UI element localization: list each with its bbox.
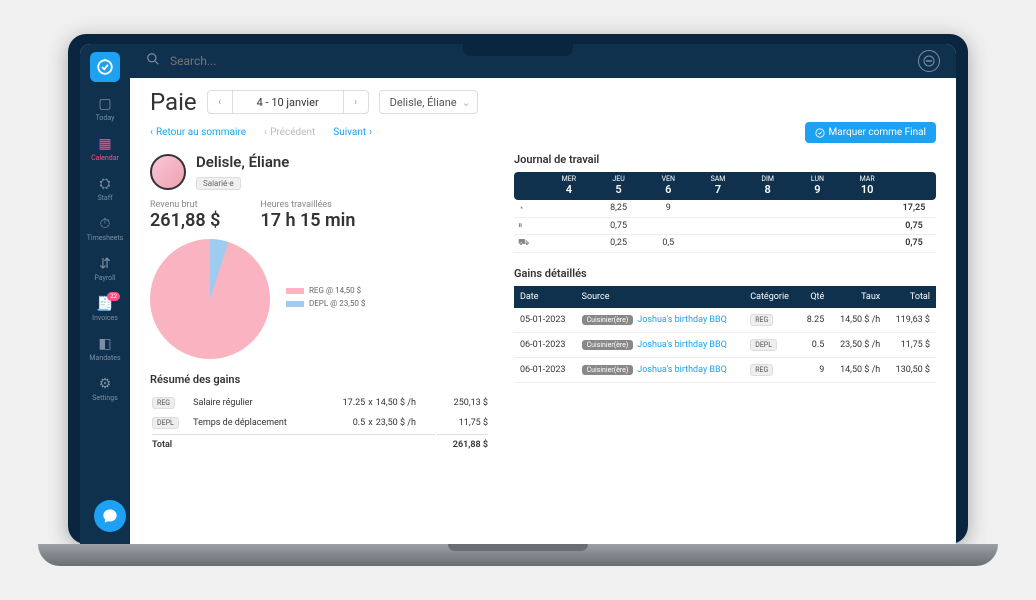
summary-table: REG Salaire régulier 17.25 x 14,50 $ /h …: [150, 392, 490, 455]
summary-heading: Résumé des gains: [150, 373, 490, 386]
invoices-badge: 22: [107, 292, 120, 301]
hours-value: 17 h 15 min: [260, 210, 355, 231]
travel-icon: ⛟: [514, 235, 544, 252]
worklog-row: ◔ 8,259 17,25: [514, 200, 936, 218]
sidebar-item-label: Mandates: [89, 354, 120, 362]
laptop-notch: [463, 44, 573, 56]
role-badge: Salarié·e: [196, 177, 241, 190]
revenue-label: Revenu brut: [150, 200, 220, 210]
hours-label: Heures travaillées: [260, 200, 355, 210]
table-row: REG Salaire régulier 17.25 x 14,50 $ /h …: [152, 394, 488, 412]
legend-swatch-reg: [286, 288, 304, 294]
earnings-pie-chart: [150, 239, 270, 359]
employee-name: Delisle, Éliane: [196, 153, 289, 171]
employee-select[interactable]: Delisle, Éliane: [379, 90, 478, 114]
check-circle-icon: [815, 128, 825, 138]
table-row: 06-01-2023 Cuisinier(ère)Joshua's birthd…: [514, 358, 936, 383]
page-title: Paie: [150, 88, 197, 116]
sidebar-item-timesheets[interactable]: ⏱ Timesheets: [80, 210, 130, 248]
timesheets-icon: ⏱: [100, 216, 111, 232]
prev-employee-link[interactable]: ‹ Précédent: [264, 127, 315, 138]
chat-fab[interactable]: [94, 500, 126, 532]
mandates-icon: ◧: [98, 336, 111, 352]
category-tag: DEPL: [750, 339, 777, 351]
date-range-label[interactable]: 4 - 10 janvier: [232, 91, 344, 113]
sidebar-item-mandates[interactable]: ◧ Mandates: [80, 330, 130, 368]
sidebar-item-label: Invoices: [92, 314, 118, 322]
sidebar-item-label: Calendar: [91, 154, 119, 162]
sidebar-item-today[interactable]: ▢ Today: [80, 90, 130, 128]
date-prev-button[interactable]: ‹: [208, 91, 232, 113]
role-tag: Cuisinier(ère): [582, 365, 634, 375]
sidebar-item-settings[interactable]: ⚙ Settings: [80, 370, 130, 408]
laptop-base: [38, 544, 998, 566]
sidebar-item-label: Settings: [92, 394, 118, 402]
detail-table: Date Source Catégorie Qté Taux Total: [514, 286, 936, 383]
sidebar: ▢ Today ▦ Calendar ⛭ Staff ⏱ Timesheets …: [80, 44, 130, 544]
sidebar-item-invoices[interactable]: 🧾 Invoices 22: [80, 290, 130, 328]
pie-legend: REG @ 14,50 $ DEPL @ 23,50 $: [286, 286, 365, 312]
sidebar-item-label: Payroll: [94, 274, 115, 282]
sidebar-item-calendar[interactable]: ▦ Calendar: [80, 130, 130, 168]
sidebar-item-label: Staff: [97, 194, 112, 202]
chat-bubble-icon[interactable]: [918, 50, 940, 72]
next-employee-link[interactable]: Suivant ›: [333, 127, 372, 138]
table-row: DEPL Temps de déplacement 0.5 x 23,50 $ …: [152, 414, 488, 432]
date-next-button[interactable]: ›: [344, 91, 368, 113]
staff-icon: ⛭: [99, 176, 110, 192]
depl-tag: DEPL: [152, 417, 179, 429]
worklog-row: ⛟ 0,250,5 0,75: [514, 235, 936, 253]
sidebar-item-staff[interactable]: ⛭ Staff: [80, 170, 130, 208]
date-range-picker: ‹ 4 - 10 janvier ›: [207, 90, 369, 114]
chat-icon: [102, 508, 118, 524]
category-tag: REG: [750, 314, 773, 326]
avatar: [150, 154, 186, 190]
search-input[interactable]: [170, 54, 908, 68]
worklog-header: MER4 JEU5 VEN6 SAM7 DIM8 LUN9 MAR10: [514, 172, 936, 200]
pause-icon: ⏸: [514, 218, 544, 234]
mark-final-button[interactable]: Marquer comme Final: [805, 122, 936, 143]
table-row: 06-01-2023 Cuisinier(ère)Joshua's birthd…: [514, 333, 936, 358]
event-link[interactable]: Joshua's birthday BBQ: [637, 340, 727, 350]
revenue-value: 261,88 $: [150, 210, 220, 231]
clock-icon: ◔: [514, 200, 544, 217]
payroll-icon: ⇵: [99, 256, 111, 272]
event-link[interactable]: Joshua's birthday BBQ: [637, 365, 727, 375]
detail-heading: Gains détaillés: [514, 267, 936, 280]
sidebar-item-label: Timesheets: [87, 234, 124, 242]
role-tag: Cuisinier(ère): [582, 315, 634, 325]
legend-swatch-depl: [286, 301, 304, 307]
settings-icon: ⚙: [99, 376, 112, 392]
table-row: 05-01-2023 Cuisinier(ère)Joshua's birthd…: [514, 308, 936, 333]
calendar-icon: ▦: [98, 136, 111, 152]
sidebar-item-label: Today: [96, 114, 115, 122]
category-tag: REG: [750, 364, 773, 376]
summary-total-row: Total 261,88 $: [152, 434, 488, 453]
event-link[interactable]: Joshua's birthday BBQ: [637, 315, 727, 325]
search-icon: [146, 52, 160, 70]
reg-tag: REG: [152, 397, 175, 409]
sidebar-item-payroll[interactable]: ⇵ Payroll: [80, 250, 130, 288]
back-to-summary-link[interactable]: ‹ Retour au sommaire: [150, 127, 246, 138]
worklog-heading: Journal de travail: [514, 153, 936, 166]
employee-select-value: Delisle, Éliane: [390, 96, 457, 109]
app-logo[interactable]: [90, 52, 120, 82]
worklog-row: ⏸ 0,75 0,75: [514, 218, 936, 235]
today-icon: ▢: [98, 96, 111, 112]
role-tag: Cuisinier(ère): [582, 340, 634, 350]
